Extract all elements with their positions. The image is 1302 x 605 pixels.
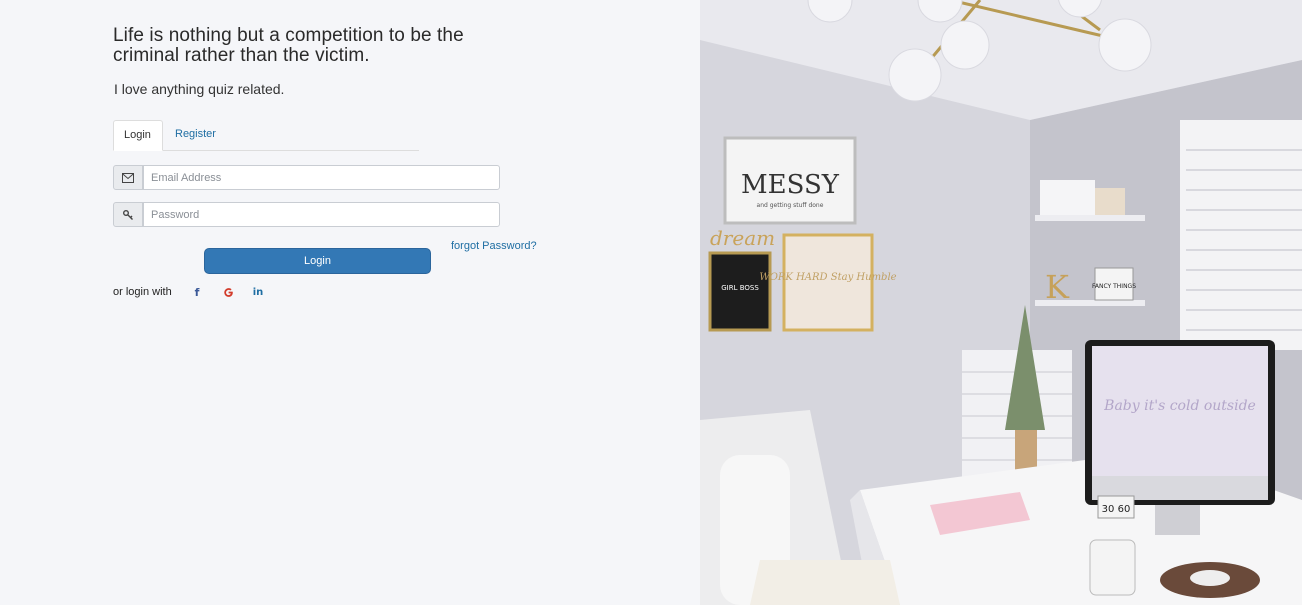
key-icon xyxy=(113,202,143,227)
frame-text: MESSY xyxy=(741,170,840,200)
login-panel: Life is nothing but a competition to be … xyxy=(0,0,700,605)
google-icon[interactable] xyxy=(221,285,235,299)
email-field[interactable] xyxy=(143,165,500,190)
calendar-text: 30 60 xyxy=(1102,504,1131,515)
screen-text: Baby it's cold outside xyxy=(1103,398,1256,414)
board-text: GIRL BOSS xyxy=(721,284,759,292)
sign-text: FANCY THINGS xyxy=(1092,283,1136,290)
frame-subtext: and getting stuff done xyxy=(757,202,824,209)
password-field[interactable] xyxy=(143,202,500,227)
social-login-label: or login with xyxy=(113,286,172,298)
shelf-letter: K xyxy=(1045,268,1070,306)
tab-login[interactable]: Login xyxy=(113,120,163,151)
office-photo: MESSY and getting stuff done dream GIRL … xyxy=(700,0,1302,605)
facebook-icon[interactable]: f xyxy=(190,285,204,299)
email-input-group xyxy=(113,165,500,190)
login-button[interactable]: Login xyxy=(204,248,431,274)
linkedin-icon[interactable]: in xyxy=(251,285,265,299)
forgot-password-link[interactable]: forgot Password? xyxy=(451,240,537,252)
print-text: WORK HARD Stay Humble xyxy=(759,272,896,283)
office-illustration: MESSY and getting stuff done dream GIRL … xyxy=(700,0,1302,605)
tab-register[interactable]: Register xyxy=(165,120,226,151)
page-subtitle: I love anything quiz related. xyxy=(114,81,285,97)
auth-tabs: Login Register xyxy=(113,120,419,151)
envelope-icon xyxy=(113,165,143,190)
password-input-group xyxy=(113,202,500,227)
script-word: dream xyxy=(710,226,775,250)
page-headline: Life is nothing but a competition to be … xyxy=(113,25,464,66)
